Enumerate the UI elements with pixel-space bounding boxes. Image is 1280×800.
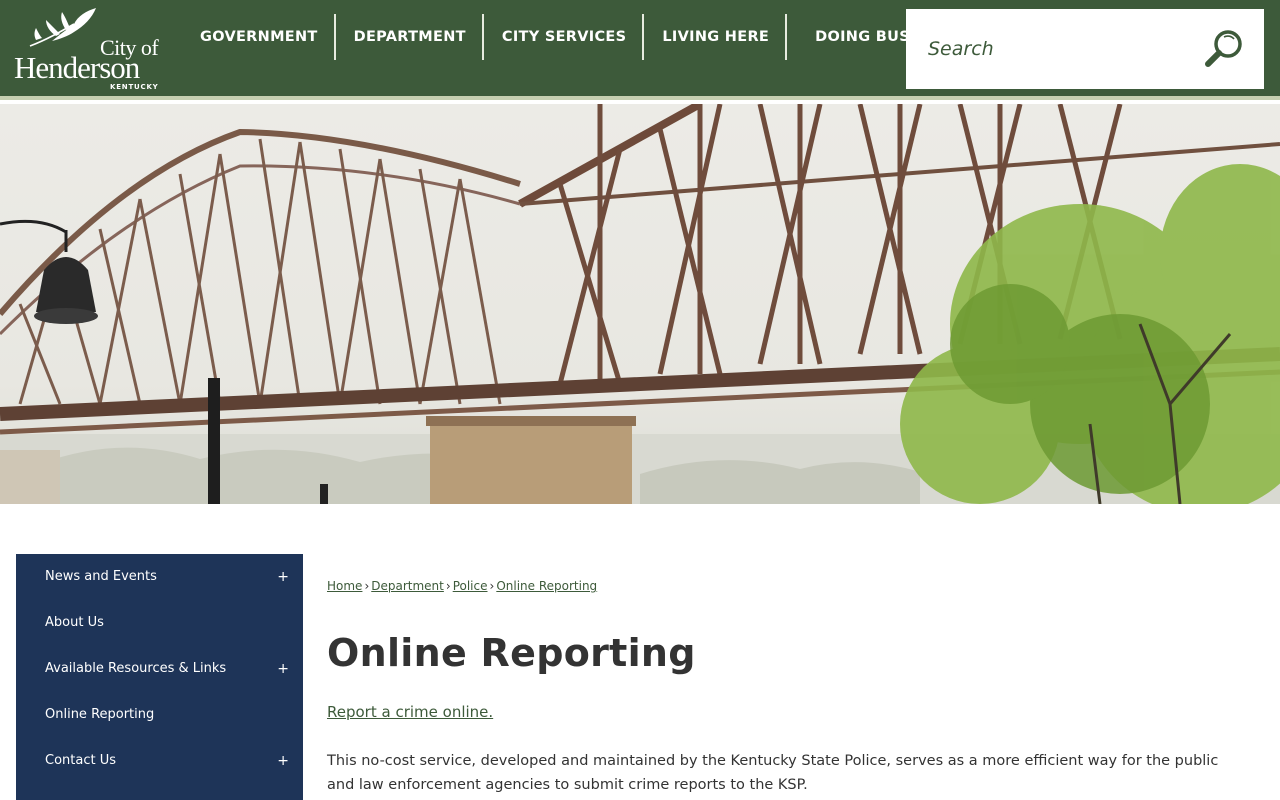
- bridge-photo: [0, 104, 1280, 504]
- expand-icon[interactable]: +: [277, 646, 289, 692]
- side-nav: News and Events + About Us Available Res…: [16, 554, 303, 800]
- side-item-label: Available Resources & Links: [45, 661, 227, 676]
- search-input[interactable]: [928, 33, 1198, 65]
- nav-government[interactable]: GOVERNMENT: [182, 14, 336, 60]
- breadcrumb-separator: ›: [364, 579, 370, 593]
- breadcrumb-home[interactable]: Home: [327, 579, 362, 593]
- side-item-label: News and Events: [45, 569, 157, 584]
- breadcrumb-police[interactable]: Police: [453, 579, 488, 593]
- side-item-news-and-events[interactable]: News and Events +: [16, 554, 303, 600]
- side-item-available-resources[interactable]: Available Resources & Links +: [16, 646, 303, 692]
- breadcrumb: Home › Department › Police › Online Reporting: [327, 579, 597, 593]
- site-header: City of Henderson KENTUCKY GOVERNMENT DE…: [0, 0, 1280, 100]
- search-box: [906, 9, 1264, 89]
- breadcrumb-department[interactable]: Department: [371, 579, 444, 593]
- breadcrumb-online-reporting[interactable]: Online Reporting: [496, 579, 597, 593]
- side-item-label: Online Reporting: [45, 707, 155, 722]
- intro-paragraph: This no-cost service, developed and main…: [327, 753, 1219, 793]
- nav-city-services[interactable]: CITY SERVICES: [484, 14, 645, 60]
- page-title: Online Reporting: [327, 631, 696, 675]
- side-item-about-us[interactable]: About Us: [16, 600, 303, 646]
- search-button[interactable]: [1202, 27, 1246, 71]
- magnifier-icon: [1205, 30, 1242, 67]
- side-item-label: About Us: [45, 615, 104, 630]
- breadcrumb-separator: ›: [445, 579, 451, 593]
- city-logo[interactable]: City of Henderson KENTUCKY: [14, 6, 174, 94]
- feather-logo-icon: [29, 8, 96, 47]
- expand-icon[interactable]: +: [277, 738, 289, 784]
- nav-living-here[interactable]: LIVING HERE: [644, 14, 787, 60]
- side-item-label: Contact Us: [45, 753, 116, 768]
- logo-kentucky: KENTUCKY: [110, 83, 159, 91]
- hero-banner: [0, 104, 1280, 504]
- logo-henderson: Henderson: [14, 50, 140, 85]
- main-nav: GOVERNMENT DEPARTMENT CITY SERVICES LIVI…: [182, 14, 977, 60]
- expand-icon[interactable]: +: [277, 554, 289, 600]
- report-crime-link[interactable]: Report a crime online.: [327, 703, 493, 721]
- nav-department[interactable]: DEPARTMENT: [336, 14, 485, 60]
- side-item-online-reporting[interactable]: Online Reporting: [16, 692, 303, 738]
- side-item-contact-us[interactable]: Contact Us +: [16, 738, 303, 784]
- breadcrumb-separator: ›: [489, 579, 495, 593]
